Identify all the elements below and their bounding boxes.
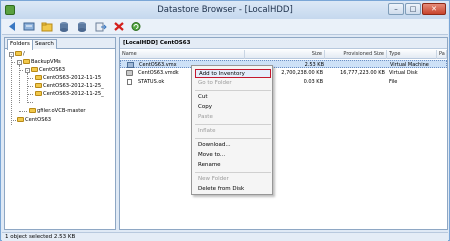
tree-collapse-toggle[interactable]: - [17,60,22,65]
menu-item-go-to-folder[interactable]: Go to Folder [195,79,271,88]
folder-icon [17,117,24,122]
menu-item-new-folder[interactable]: New Folder [195,175,271,184]
file-icon [127,79,132,85]
menu-separator [195,124,271,125]
folder-tree: - / - BackupVMs - CentOS63 CentOS63-2012… [5,50,115,230]
folder-icon [35,91,42,96]
table-row[interactable]: CentOS63.vmx 2.53 KB Virtual Machine [120,60,447,68]
tree-node-snapshot-3[interactable]: CentOS63-2012-11-25_ [35,90,104,98]
tab-search[interactable]: Search [32,39,57,49]
window-title: Datastore Browser - [LocalHDD] [157,5,293,15]
tree-collapse-toggle[interactable]: - [9,52,14,57]
column-provisioned-size[interactable]: Provisioned Size [325,50,387,59]
minimize-button[interactable]: – [388,3,404,15]
menu-item-download[interactable]: Download... [195,141,271,150]
column-size[interactable]: Size [245,50,325,59]
virtual-disk-icon [126,70,133,76]
delete-icon[interactable] [113,21,125,32]
tree-node-root[interactable]: / [15,50,25,58]
folder-icon [35,75,42,80]
tree-node-centos63[interactable]: CentOS63 [17,116,51,124]
virtual-machine-icon [127,62,134,68]
tree-node-snapshot-1[interactable]: CentOS63-2012-11-15 [35,74,101,82]
left-tabs: Folders Search [5,38,115,50]
menu-item-add-to-inventory[interactable]: Add to Inventory [195,69,271,78]
menu-separator [195,138,271,139]
menu-item-move-to[interactable]: Move to... [195,151,271,160]
table-row[interactable]: STATUS.ok 0.03 KB File [120,78,447,86]
menu-item-cut[interactable]: Cut [195,93,271,102]
close-button[interactable]: ✕ [422,3,446,15]
upload-icon[interactable] [58,21,70,32]
current-path: [LocalHDD] CentOS63 [120,38,447,49]
menu-item-inflate[interactable]: Inflate [195,127,271,136]
menu-item-copy[interactable]: Copy [195,103,271,112]
folder-icon [31,67,38,72]
folder-icon [15,51,22,56]
move-icon[interactable] [95,21,107,32]
folder-icon [29,108,36,113]
tree-node-centos63-backup[interactable]: CentOS63 [31,66,65,74]
title-bar[interactable]: Datastore Browser - [LocalHDD] – □ ✕ [1,1,449,19]
menu-separator [195,90,271,91]
status-bar: 1 object selected 2.53 KB [2,232,448,241]
menu-item-paste[interactable]: Paste [195,113,271,122]
file-list-pane: [LocalHDD] CentOS63 Name Size Provisione… [119,37,448,230]
table-row[interactable]: CentOS63.vmdk 2,700,238.00 KB 16,777,223… [120,69,447,77]
menu-separator [195,172,271,173]
menu-item-rename[interactable]: Rename [195,161,271,170]
datastore-browser-window: Datastore Browser - [LocalHDD] – □ ✕ Fol… [0,0,450,241]
tree-node-backupvms[interactable]: BackupVMs [23,58,61,66]
folder-icon [23,59,30,64]
maximize-button[interactable]: □ [405,3,421,15]
tree-node-snapshot-2[interactable]: CentOS63-2012-11-25_ [35,82,104,90]
toolbar [2,19,448,35]
tree-node-gfiler[interactable]: gfiler.oVCB-master [29,107,86,115]
table-header: Name Size Provisioned Size Type Pa [120,50,447,59]
column-name[interactable]: Name [120,50,245,59]
folders-pane: Folders Search - / - BackupVMs - CentOS6… [4,37,116,230]
folder-icon [35,83,42,88]
tree-collapse-toggle[interactable]: - [25,68,30,73]
refresh-icon[interactable] [130,21,142,32]
back-icon[interactable] [7,21,19,32]
download-icon[interactable] [76,21,88,32]
tab-folders[interactable]: Folders [7,39,33,50]
browse-datastore-icon[interactable] [23,21,35,32]
new-folder-icon[interactable] [41,21,53,32]
context-menu: Add to Inventory Go to Folder Cut Copy P… [191,65,273,195]
menu-item-delete-from-disk[interactable]: Delete from Disk [195,185,271,194]
column-type[interactable]: Type [387,50,437,59]
column-path[interactable]: Pa [437,50,447,59]
